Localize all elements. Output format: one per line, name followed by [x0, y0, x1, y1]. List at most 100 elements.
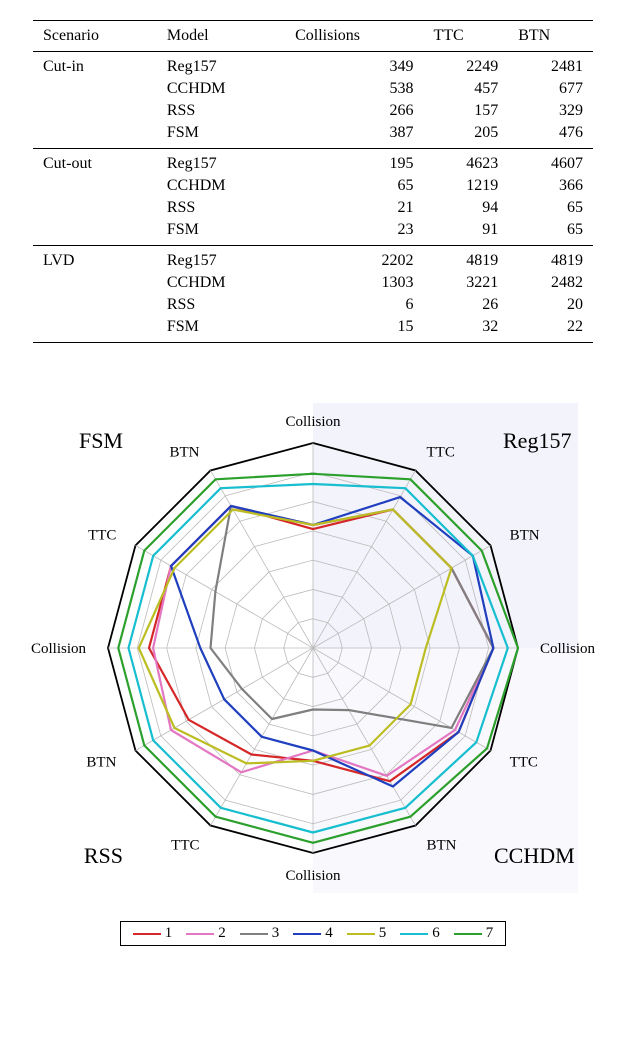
col-btn: BTN [508, 21, 593, 52]
cell-ttc: 2249 [423, 52, 508, 79]
cell-btn: 4819 [508, 246, 593, 273]
cell-model: FSM [157, 219, 285, 246]
cell-model: Reg157 [157, 149, 285, 176]
cell-ttc: 26 [423, 294, 508, 316]
legend-item: 2 [186, 925, 226, 942]
legend-item: 6 [400, 925, 440, 942]
cell-collisions: 21 [285, 197, 423, 219]
cell-model: Reg157 [157, 246, 285, 273]
cell-scenario [33, 197, 157, 219]
cell-ttc: 4623 [423, 149, 508, 176]
cell-btn: 677 [508, 78, 593, 100]
axis-label: BTN [86, 755, 116, 771]
cell-btn: 22 [508, 316, 593, 343]
legend-swatch [133, 933, 161, 935]
table-row: RSS219465 [33, 197, 593, 219]
legend-item: 7 [454, 925, 494, 942]
cell-model: RSS [157, 100, 285, 122]
cell-btn: 476 [508, 122, 593, 149]
table-row: LVDReg157220248194819 [33, 246, 593, 273]
table-row: Cut-inReg15734922492481 [33, 52, 593, 79]
cell-model: FSM [157, 122, 285, 149]
cell-ttc: 94 [423, 197, 508, 219]
cell-btn: 4607 [508, 149, 593, 176]
cell-ttc: 3221 [423, 272, 508, 294]
quadrant-label: Reg157 [503, 428, 571, 453]
axis-label: Collision [31, 641, 87, 657]
cell-scenario [33, 294, 157, 316]
axis-label: Collision [285, 414, 341, 430]
cell-collisions: 195 [285, 149, 423, 176]
cell-model: Reg157 [157, 52, 285, 79]
results-table: Scenario Model Collisions TTC BTN Cut-in… [33, 20, 593, 343]
cell-scenario [33, 316, 157, 343]
legend-swatch [293, 933, 321, 935]
cell-ttc: 32 [423, 316, 508, 343]
legend-swatch [347, 933, 375, 935]
col-scenario: Scenario [33, 21, 157, 52]
quadrant-label: CCHDM [494, 843, 575, 868]
cell-model: CCHDM [157, 272, 285, 294]
axis-label: Collision [285, 868, 341, 884]
col-ttc: TTC [423, 21, 508, 52]
table-header-row: Scenario Model Collisions TTC BTN [33, 21, 593, 52]
cell-ttc: 4819 [423, 246, 508, 273]
quadrant-label: FSM [79, 428, 123, 453]
cell-btn: 329 [508, 100, 593, 122]
table-row: FSM153222 [33, 316, 593, 343]
axis-label: BTN [427, 838, 457, 854]
radar-chart: Collision TTC BTN Collision TTC BTN Collision T… [18, 373, 608, 913]
legend-label: 5 [379, 925, 387, 942]
cell-btn: 65 [508, 219, 593, 246]
quadrant-label: RSS [84, 843, 123, 868]
cell-scenario [33, 219, 157, 246]
legend-label: 7 [486, 925, 494, 942]
table-row: FSM239165 [33, 219, 593, 246]
table-row: CCHDM651219366 [33, 175, 593, 197]
cell-ttc: 157 [423, 100, 508, 122]
cell-ttc: 1219 [423, 175, 508, 197]
legend-label: 2 [218, 925, 226, 942]
cell-btn: 2482 [508, 272, 593, 294]
legend-item: 5 [347, 925, 387, 942]
cell-scenario [33, 100, 157, 122]
cell-scenario: LVD [33, 246, 157, 273]
cell-btn: 2481 [508, 52, 593, 79]
cell-model: CCHDM [157, 175, 285, 197]
legend-swatch [240, 933, 268, 935]
table-row: RSS266157329 [33, 100, 593, 122]
cell-collisions: 65 [285, 175, 423, 197]
cell-collisions: 1303 [285, 272, 423, 294]
table-row: CCHDM538457677 [33, 78, 593, 100]
legend-label: 4 [325, 925, 333, 942]
cell-scenario: Cut-in [33, 52, 157, 79]
cell-ttc: 205 [423, 122, 508, 149]
cell-collisions: 6 [285, 294, 423, 316]
axis-label: BTN [170, 444, 200, 460]
cell-btn: 20 [508, 294, 593, 316]
legend-swatch [454, 933, 482, 935]
legend-item: 1 [133, 925, 173, 942]
axis-label: Collision [540, 641, 596, 657]
cell-collisions: 349 [285, 52, 423, 79]
cell-scenario [33, 175, 157, 197]
cell-scenario [33, 78, 157, 100]
axis-label: TTC [510, 755, 538, 771]
legend-swatch [186, 933, 214, 935]
axis-label: TTC [427, 444, 455, 460]
axis-label: TTC [171, 838, 199, 854]
legend-item: 3 [240, 925, 280, 942]
cell-collisions: 15 [285, 316, 423, 343]
cell-ttc: 91 [423, 219, 508, 246]
table-row: FSM387205476 [33, 122, 593, 149]
axis-label: TTC [88, 528, 116, 544]
cell-ttc: 457 [423, 78, 508, 100]
cell-scenario [33, 122, 157, 149]
col-model: Model [157, 21, 285, 52]
cell-collisions: 23 [285, 219, 423, 246]
cell-btn: 366 [508, 175, 593, 197]
cell-model: CCHDM [157, 78, 285, 100]
cell-model: RSS [157, 197, 285, 219]
cell-collisions: 538 [285, 78, 423, 100]
legend-label: 3 [272, 925, 280, 942]
